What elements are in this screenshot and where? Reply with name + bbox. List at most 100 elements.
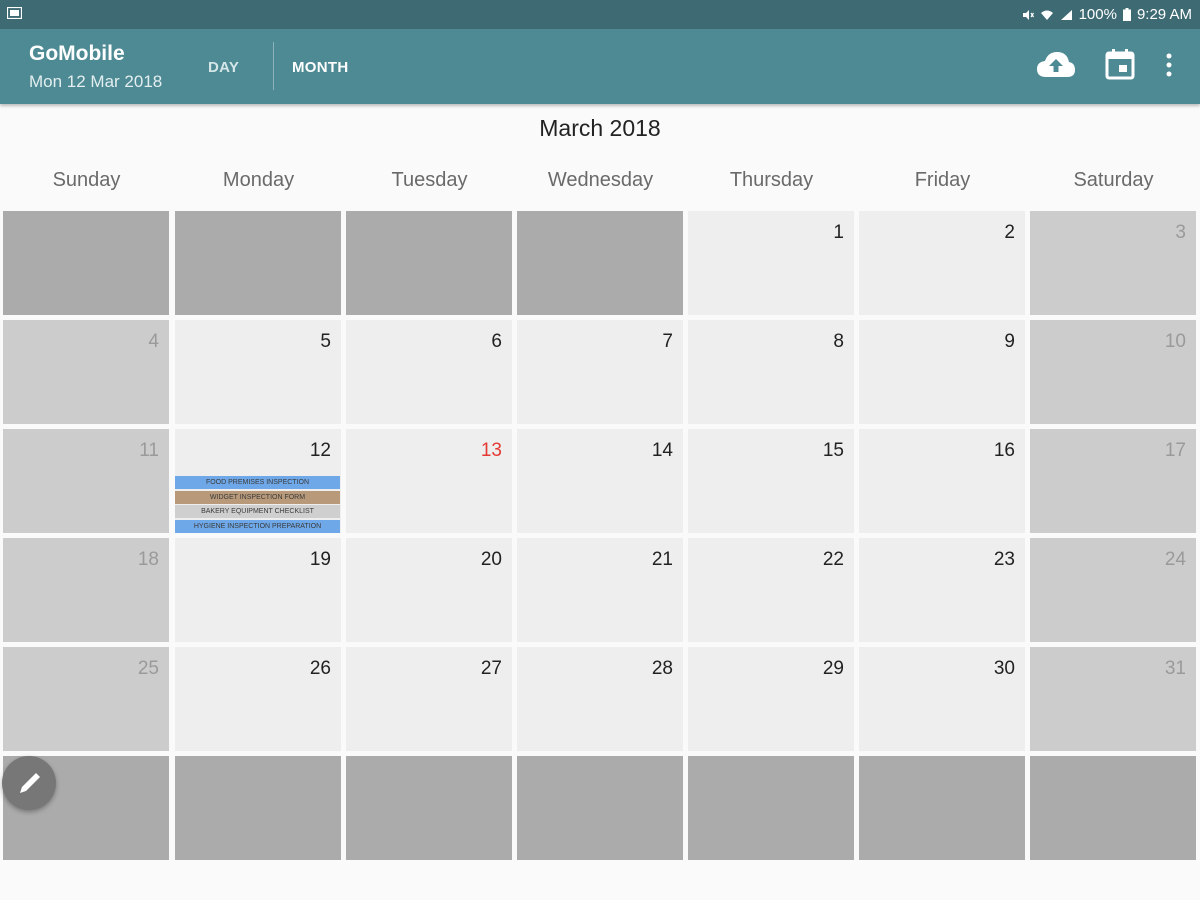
calendar-icon[interactable]	[1105, 48, 1135, 80]
day-number: 12	[309, 440, 331, 461]
day-number: 24	[1164, 549, 1186, 570]
weekday-saturday: Saturday	[1073, 169, 1154, 191]
calendar-cell-empty	[346, 211, 512, 315]
signal-icon	[1060, 9, 1072, 20]
day-number: 6	[491, 331, 502, 352]
gallery-notification-icon	[7, 7, 22, 19]
calendar-day-cell[interactable]: 14	[517, 429, 683, 533]
cloud-upload-icon[interactable]	[1036, 49, 1076, 81]
day-number: 21	[651, 549, 673, 570]
calendar-day-cell[interactable]: 11	[3, 429, 169, 533]
calendar-cell-empty	[3, 211, 169, 315]
app-title: GoMobile	[29, 42, 125, 65]
calendar-day-cell[interactable]: 1	[688, 211, 854, 315]
calendar-day-cell[interactable]: 17	[1030, 429, 1196, 533]
event-chip[interactable]: BAKERY EQUIPMENT CHECKLIST	[175, 505, 340, 518]
weekday-wednesday: Wednesday	[547, 169, 654, 191]
event-chip[interactable]: WIDGET INSPECTION FORM	[175, 490, 340, 504]
calendar-day-cell[interactable]: 30	[859, 647, 1025, 751]
day-number: 10	[1164, 331, 1186, 352]
calendar-day-cell[interactable]: 7	[517, 320, 683, 424]
day-number: 19	[309, 549, 331, 570]
clock: 9:29 AM	[1136, 6, 1192, 23]
calendar-day-cell[interactable]: 27	[346, 647, 512, 751]
day-number: 27	[480, 658, 502, 679]
status-bar: 100% 9:29 AM	[0, 0, 1200, 29]
day-number: 18	[137, 549, 159, 570]
weekday-thursday: Thursday	[729, 169, 814, 191]
weekday-friday: Friday	[914, 169, 971, 191]
more-vertical-icon[interactable]	[1165, 51, 1173, 79]
calendar-day-cell[interactable]: 5	[175, 320, 341, 424]
day-number: 31	[1164, 658, 1186, 679]
calendar-day-cell[interactable]: 20	[346, 538, 512, 642]
day-number: 4	[148, 331, 159, 352]
day-number: 3	[1175, 222, 1186, 243]
calendar-day-cell[interactable]: 19	[175, 538, 341, 642]
battery-percent: 100%	[1078, 6, 1117, 23]
weekday-tuesday: Tuesday	[391, 169, 468, 191]
app-toolbar: GoMobile Mon 12 Mar 2018 DAY MONTH	[0, 29, 1200, 104]
day-number: 8	[833, 331, 844, 352]
calendar-day-cell[interactable]: 23	[859, 538, 1025, 642]
calendar-day-cell[interactable]: 12 FOOD PREMISES INSPECTION WIDGET INSPECT…	[175, 429, 341, 533]
calendar-cell-empty	[517, 211, 683, 315]
day-number-today: 13	[480, 440, 502, 461]
day-number: 2	[1004, 222, 1015, 243]
calendar-day-cell[interactable]: 18	[3, 538, 169, 642]
day-number: 15	[822, 440, 844, 461]
calendar-day-cell[interactable]: 26	[175, 647, 341, 751]
wifi-icon	[1040, 10, 1053, 20]
calendar-day-cell[interactable]: 13	[346, 429, 512, 533]
calendar-day-cell[interactable]: 6	[346, 320, 512, 424]
day-number: 7	[662, 331, 673, 352]
calendar-day-cell[interactable]: 15	[688, 429, 854, 533]
day-number: 1	[833, 222, 844, 243]
day-number: 30	[993, 658, 1015, 679]
calendar-cell-empty	[175, 211, 341, 315]
weekday-sunday: Sunday	[52, 169, 121, 191]
calendar-cell-empty	[346, 756, 512, 860]
status-indicators: 100% 9:29 AM	[1022, 6, 1192, 23]
day-number: 26	[309, 658, 331, 679]
calendar-cell-empty	[859, 756, 1025, 860]
calendar-cell-empty	[175, 756, 341, 860]
day-number: 5	[320, 331, 331, 352]
calendar-day-cell[interactable]: 8	[688, 320, 854, 424]
day-number: 9	[1004, 331, 1015, 352]
event-chip[interactable]: HYGIENE INSPECTION PREPARATION	[175, 519, 340, 533]
pencil-icon	[20, 773, 40, 793]
day-number: 11	[139, 440, 159, 461]
calendar-day-cell[interactable]: 31	[1030, 647, 1196, 751]
calendar-day-cell[interactable]: 16	[859, 429, 1025, 533]
battery-icon	[1122, 8, 1131, 21]
calendar-day-cell[interactable]: 2	[859, 211, 1025, 315]
calendar-day-cell[interactable]: 21	[517, 538, 683, 642]
calendar-day-cell[interactable]: 25	[3, 647, 169, 751]
calendar-day-cell[interactable]: 10	[1030, 320, 1196, 424]
month-title: March 2018	[539, 115, 661, 141]
calendar-day-cell[interactable]: 29	[688, 647, 854, 751]
day-number: 29	[822, 658, 844, 679]
day-number: 28	[651, 658, 673, 679]
day-number: 17	[1164, 440, 1186, 461]
calendar-day-cell[interactable]: 24	[1030, 538, 1196, 642]
calendar-day-cell[interactable]: 9	[859, 320, 1025, 424]
tab-day[interactable]: DAY	[208, 59, 239, 76]
calendar-day-cell[interactable]: 28	[517, 647, 683, 751]
calendar-day-cell[interactable]: 4	[3, 320, 169, 424]
calendar-cell-empty	[517, 756, 683, 860]
day-number: 23	[993, 549, 1015, 570]
day-number: 20	[480, 549, 502, 570]
calendar-day-cell[interactable]: 22	[688, 538, 854, 642]
calendar-day-cell[interactable]: 3	[1030, 211, 1196, 315]
tab-month[interactable]: MONTH	[292, 59, 349, 76]
current-date: Mon 12 Mar 2018	[29, 72, 163, 91]
event-chip[interactable]: FOOD PREMISES INSPECTION	[175, 476, 340, 489]
day-number: 22	[822, 549, 844, 570]
edit-fab[interactable]	[2, 756, 56, 810]
weekday-monday: Monday	[222, 169, 295, 191]
mute-icon	[1022, 9, 1034, 20]
calendar-cell-empty	[688, 756, 854, 860]
calendar-cell-empty	[1030, 756, 1196, 860]
